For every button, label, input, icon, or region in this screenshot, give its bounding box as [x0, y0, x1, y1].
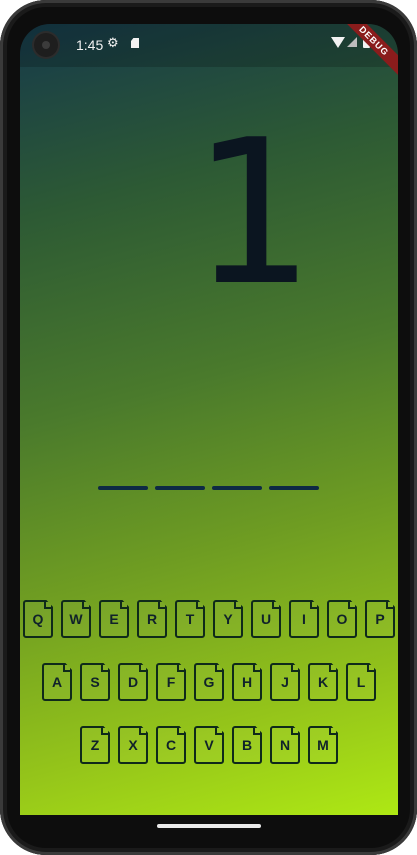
key-b[interactable]: B: [232, 726, 262, 764]
keyboard-row-2: ASDFGHJKL: [20, 663, 398, 701]
key-t[interactable]: T: [175, 600, 205, 638]
key-label: X: [118, 726, 148, 764]
letter-blank: [155, 486, 205, 490]
key-m[interactable]: M: [308, 726, 338, 764]
cell-signal-icon: [347, 37, 357, 47]
key-label: M: [308, 726, 338, 764]
key-label: F: [156, 663, 186, 701]
home-indicator[interactable]: [157, 824, 261, 828]
key-d[interactable]: D: [118, 663, 148, 701]
key-p[interactable]: P: [365, 600, 395, 638]
key-label: J: [270, 663, 300, 701]
key-label: N: [270, 726, 300, 764]
key-j[interactable]: J: [270, 663, 300, 701]
key-label: W: [61, 600, 91, 638]
key-label: C: [156, 726, 186, 764]
status-time: 1:45: [76, 37, 104, 53]
key-label: L: [346, 663, 376, 701]
key-label: H: [232, 663, 262, 701]
key-label: P: [365, 600, 395, 638]
key-l[interactable]: L: [346, 663, 376, 701]
key-label: D: [118, 663, 148, 701]
key-o[interactable]: O: [327, 600, 357, 638]
wifi-icon: [331, 37, 345, 48]
camera-icon: [34, 33, 58, 57]
phone-frame: 1:45 ⚙ DE B UG 1 QWERTYUIOP ASDFGHJKL ZXCV…: [0, 0, 417, 855]
key-label: O: [327, 600, 357, 638]
key-label: T: [175, 600, 205, 638]
letter-blank: [212, 486, 262, 490]
key-label: Q: [23, 600, 53, 638]
key-label: S: [80, 663, 110, 701]
key-c[interactable]: C: [156, 726, 186, 764]
app-screen: 1:45 ⚙ DE B UG 1 QWERTYUIOP ASDFGHJKL ZXCV…: [20, 24, 398, 815]
hangman-stage-display: 1: [189, 97, 311, 330]
key-label: G: [194, 663, 224, 701]
key-label: V: [194, 726, 224, 764]
keyboard-row-3: ZXCVBNM: [20, 726, 398, 764]
key-label: R: [137, 600, 167, 638]
key-q[interactable]: Q: [23, 600, 53, 638]
key-w[interactable]: W: [61, 600, 91, 638]
key-a[interactable]: A: [42, 663, 72, 701]
key-x[interactable]: X: [118, 726, 148, 764]
key-label: B: [232, 726, 262, 764]
key-label: Y: [213, 600, 243, 638]
key-label: E: [99, 600, 129, 638]
key-u[interactable]: U: [251, 600, 281, 638]
key-f[interactable]: F: [156, 663, 186, 701]
key-v[interactable]: V: [194, 726, 224, 764]
letter-blank: [98, 486, 148, 490]
key-label: A: [42, 663, 72, 701]
key-label: I: [289, 600, 319, 638]
settings-gear-icon: ⚙: [107, 36, 119, 51]
sd-card-icon: [131, 38, 139, 48]
key-i[interactable]: I: [289, 600, 319, 638]
key-r[interactable]: R: [137, 600, 167, 638]
key-y[interactable]: Y: [213, 600, 243, 638]
key-h[interactable]: H: [232, 663, 262, 701]
word-blanks: [98, 486, 319, 490]
letter-blank: [269, 486, 319, 490]
key-k[interactable]: K: [308, 663, 338, 701]
key-label: K: [308, 663, 338, 701]
status-bar: 1:45 ⚙: [20, 24, 398, 67]
key-s[interactable]: S: [80, 663, 110, 701]
key-n[interactable]: N: [270, 726, 300, 764]
keyboard-row-1: QWERTYUIOP: [20, 600, 398, 638]
key-z[interactable]: Z: [80, 726, 110, 764]
key-e[interactable]: E: [99, 600, 129, 638]
key-label: U: [251, 600, 281, 638]
key-label: Z: [80, 726, 110, 764]
key-g[interactable]: G: [194, 663, 224, 701]
